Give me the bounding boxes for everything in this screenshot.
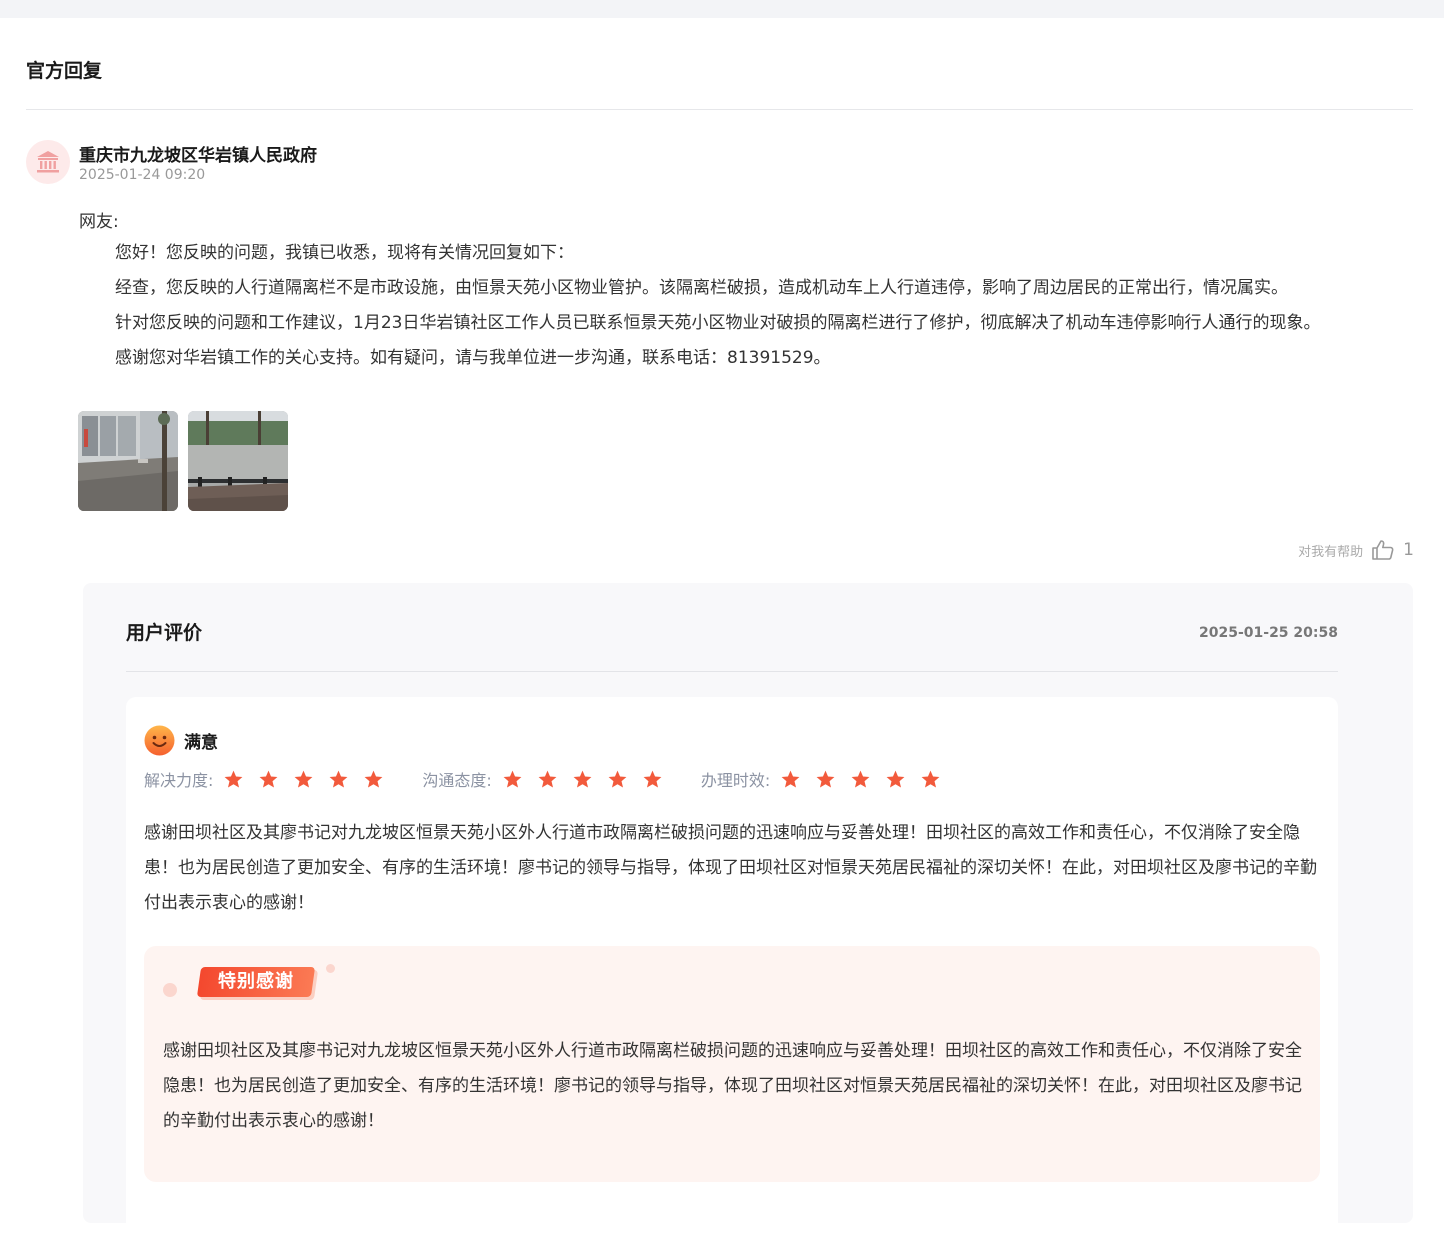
- rating-label: 解决力度:: [144, 771, 214, 790]
- star-icon: [259, 770, 278, 788]
- reply-time: 2025-01-24 09:20: [79, 167, 206, 183]
- star-icon: [573, 770, 592, 788]
- top-strip: [0, 0, 1444, 18]
- star-icon: [643, 770, 662, 788]
- satisfaction-level: 满意: [184, 733, 218, 753]
- government-building-icon: [37, 151, 59, 173]
- decor-dot: [163, 983, 177, 997]
- photo-thumbnail[interactable]: [188, 411, 288, 511]
- rating-resolution: 解决力度:: [144, 767, 384, 791]
- rating-label: 沟通态度:: [422, 771, 492, 790]
- helpful-count: 1: [1403, 540, 1414, 560]
- star-icon: [329, 770, 348, 788]
- reply-paragraph: 感谢您对华岩镇工作的关心支持。如有疑问，请与我单位进一步沟通，联系电话：8139…: [115, 348, 831, 368]
- section-divider: [26, 109, 1413, 110]
- special-thanks-badge-label: 特别感谢: [218, 971, 294, 992]
- evaluation-card: 满意 解决力度: 沟通态度: 办理时效: 感谢田坝社区及其廖书记对九龙坡区恒景天…: [126, 697, 1338, 1257]
- org-avatar: [26, 140, 70, 184]
- photo-thumbnail[interactable]: [78, 411, 178, 511]
- evaluation-title: 用户评价: [126, 622, 203, 644]
- evaluation-time: 2025-01-25 20:58: [1199, 625, 1338, 641]
- star-icon: [503, 770, 522, 788]
- star-icon: [364, 770, 383, 788]
- reply-paragraph: 您好！您反映的问题，我镇已收悉，现将有关情况回复如下：: [115, 243, 574, 263]
- rating-stars: [502, 769, 663, 790]
- evaluation-comment: 感谢田坝社区及其廖书记对九龙坡区恒景天苑小区外人行道市政隔离栏破损问题的迅速响应…: [144, 823, 1317, 913]
- star-icon: [224, 770, 243, 788]
- ratings-row: 解决力度: 沟通态度: 办理时效:: [144, 767, 979, 791]
- section-title: 官方回复: [26, 60, 103, 82]
- evaluation-divider: [126, 671, 1338, 672]
- reply-greeting: 网友:: [79, 212, 119, 232]
- reply-content: 网友: 您好！您反映的问题，我镇已收悉，现将有关情况回复如下： 经查，您反映的人…: [79, 208, 1399, 376]
- reply-photos: [78, 411, 288, 511]
- helpful-label: 对我有帮助: [1298, 544, 1364, 560]
- star-icon: [294, 770, 313, 788]
- rating-stars: [223, 769, 384, 790]
- rating-timeliness: 办理时效:: [701, 767, 941, 791]
- special-thanks-box: 特别感谢 感谢田坝社区及其廖书记对九龙坡区恒景天苑小区外人行道市政隔离栏破损问题…: [144, 946, 1320, 1182]
- reply-paragraph: 经查，您反映的人行道隔离栏不是市政设施，由恒景天苑小区物业管护。该隔离栏破损，造…: [115, 278, 1288, 298]
- thumbs-up-icon[interactable]: [1371, 538, 1395, 562]
- helpful-button[interactable]: 对我有帮助 1: [1298, 538, 1414, 562]
- star-icon: [886, 770, 905, 788]
- rating-stars: [780, 769, 941, 790]
- star-icon: [538, 770, 557, 788]
- org-name: 重庆市九龙坡区华岩镇人民政府: [79, 146, 317, 166]
- decor-dot: [326, 964, 335, 973]
- star-icon: [921, 770, 940, 788]
- special-thanks-text: 感谢田坝社区及其廖书记对九龙坡区恒景天苑小区外人行道市政隔离栏破损问题的迅速响应…: [163, 1041, 1302, 1131]
- user-evaluation: 用户评价 2025-01-25 20:58 满意 解决力度: 沟通态度: 办理时…: [83, 583, 1413, 1257]
- reply-paragraph: 针对您反映的问题和工作建议，1月23日华岩镇社区工作人员已联系恒景天苑小区物业对…: [115, 313, 1321, 333]
- star-icon: [851, 770, 870, 788]
- star-icon: [816, 770, 835, 788]
- smiley-face-icon: [144, 725, 175, 756]
- star-icon: [608, 770, 627, 788]
- rating-communication: 沟通态度:: [422, 767, 662, 791]
- star-icon: [781, 770, 800, 788]
- rating-label: 办理时效:: [700, 771, 771, 790]
